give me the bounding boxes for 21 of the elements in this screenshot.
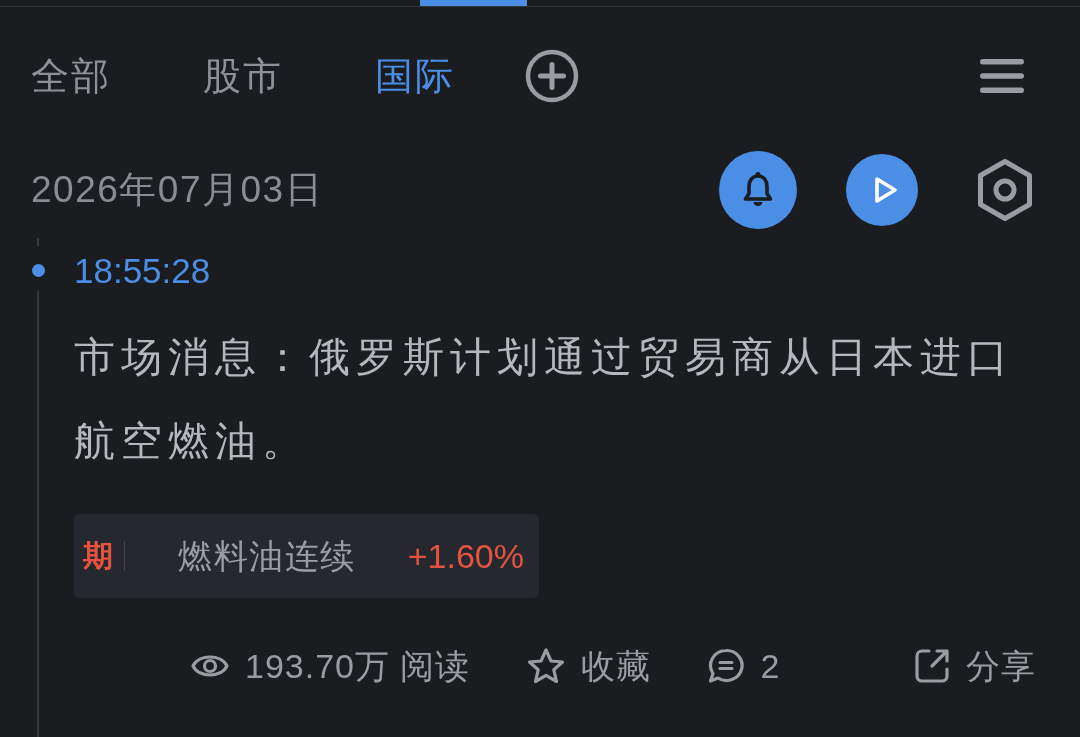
quote-card[interactable]: 期 燃料油连续 +1.60% [74,514,539,598]
share-button[interactable]: 分享 [913,646,1036,686]
add-circle-icon[interactable] [525,49,579,103]
star-icon [526,647,567,685]
timeline-dot [31,264,45,277]
menu-icon[interactable] [980,58,1024,94]
date-label: 2026年07月03日 [31,168,324,212]
time-label: 18:55:28 [74,251,212,291]
chat-bubble-icon [707,648,746,684]
price-change: +1.60% [407,536,524,576]
instrument-name: 燃料油连续 [178,536,356,576]
share-icon [913,647,951,685]
view-count: 193.70万 阅读 [245,646,471,686]
tab[interactable]: 全部 [31,53,111,99]
comment-button[interactable]: 2 [707,646,781,686]
news-text: 市场消息：俄罗斯计划通过贸易商从日本进口航空燃油。 [74,332,1015,467]
tab[interactable]: 股市 [203,53,283,99]
category-label: 期 [83,538,113,574]
tab[interactable]: 国际 [375,53,455,99]
settings-icon[interactable] [976,158,1034,222]
favorite-button[interactable]: 收藏 [526,646,652,686]
